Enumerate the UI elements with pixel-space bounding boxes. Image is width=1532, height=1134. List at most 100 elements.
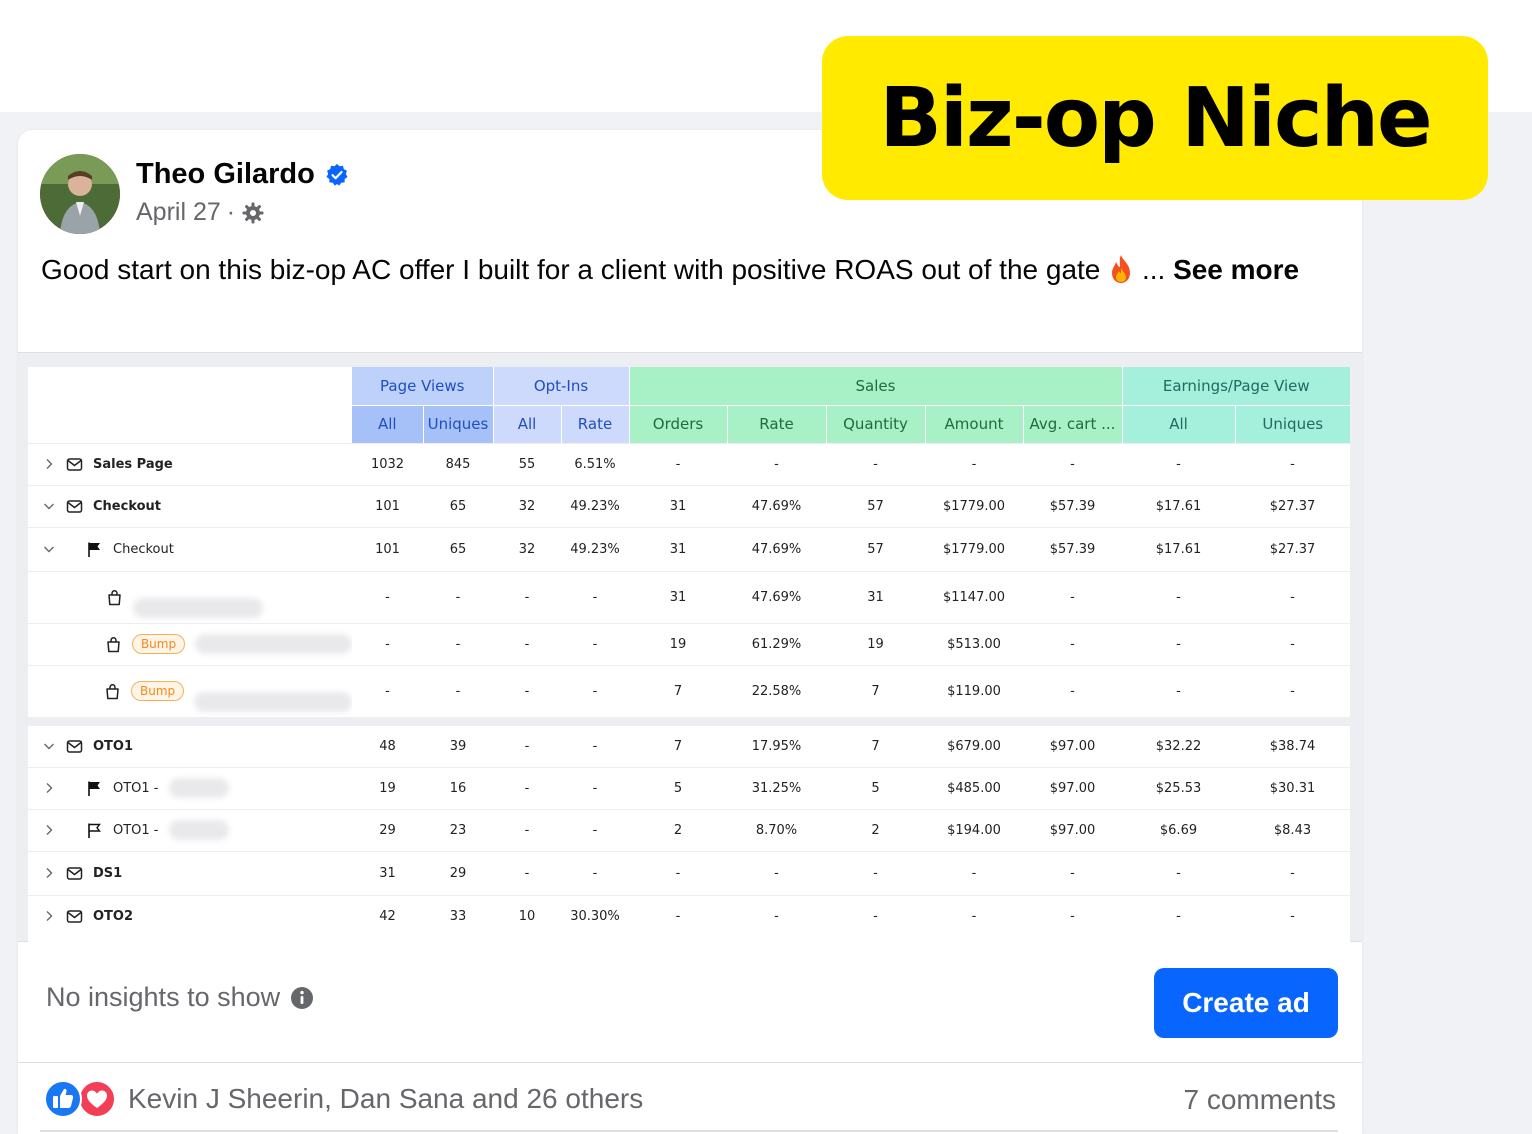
table-row[interactable]: OTO1 48 39- -7 17.95% 7 $679.00 $97.00 $32.22 $38… (28, 724, 1350, 767)
chevron-right-icon[interactable] (42, 823, 56, 837)
info-icon[interactable] (290, 986, 314, 1010)
table-cell: - (1235, 442, 1350, 485)
table-cell: 61.29% (727, 622, 826, 665)
table-cell: - (826, 850, 925, 895)
col-sales-rate[interactable]: Rate (726, 404, 826, 443)
table-row[interactable]: Sales Page 1032 845 55 6.51% - - - - - - - (28, 442, 1350, 485)
col-sales-orders[interactable]: Orders (628, 404, 727, 443)
group-separator (28, 717, 1350, 725)
table-cell: 33 (423, 894, 493, 937)
table-cell: 31 (352, 850, 423, 895)
table-cell: $194.00 (925, 808, 1023, 851)
table-cell: 19 (826, 622, 925, 665)
table-row[interactable]: - - - -31 47.69% 31 $1147.00- - - (28, 570, 1350, 623)
row-label-cell: Checkout (28, 484, 352, 527)
chevron-down-icon[interactable] (42, 739, 56, 753)
col-sales-amount[interactable]: Amount (924, 404, 1023, 443)
chevron-right-icon[interactable] (42, 781, 56, 795)
table-cell: - (925, 894, 1023, 937)
table-cell: 39 (423, 724, 493, 767)
table-cell: - (1122, 894, 1235, 937)
post-meta: April 27 · (136, 198, 265, 227)
col-sales-quantity[interactable]: Quantity (825, 404, 925, 443)
row-name: Checkout (93, 498, 162, 514)
row-label-cell: Sales Page (28, 442, 352, 485)
row-name: OTO2 (93, 908, 134, 924)
col-page-views-all[interactable]: All (352, 404, 423, 443)
table-cell: - (1122, 570, 1235, 623)
row-label: Sales Page (28, 444, 352, 485)
table-cell: - (352, 622, 423, 665)
table-cell: - (423, 570, 493, 623)
meta-separator: · (226, 198, 236, 226)
table-cell: - (1023, 622, 1122, 665)
table-cell: $38.74 (1235, 724, 1350, 767)
table-cell: $6.69 (1122, 808, 1235, 851)
see-more-link[interactable]: See more (1173, 254, 1299, 285)
row-label: OTO1 - (28, 810, 352, 851)
chevron-down-icon[interactable] (42, 499, 56, 513)
table-cell: - (561, 664, 629, 717)
insights-text: No insights to show (46, 982, 281, 1012)
avatar[interactable] (40, 154, 120, 234)
table-cell: 10 (493, 894, 561, 937)
table-cell: - (493, 724, 561, 767)
redacted-text (195, 634, 352, 654)
table-row[interactable]: Bump - - - -7 22.58% 7 $119.00- - - (28, 664, 1350, 717)
table-cell: $8.43 (1235, 808, 1350, 851)
col-opt-ins-all[interactable]: All (492, 404, 561, 443)
post-media[interactable]: Page Views Opt-Ins Sales Earnings/Page V… (18, 352, 1362, 943)
col-opt-ins-rate[interactable]: Rate (560, 404, 629, 443)
table-cell: 32 (493, 526, 561, 571)
table-row[interactable]: Checkout 101 65 32 49.23% 31 47.69% 57 $1779.00 $… (28, 526, 1350, 571)
gear-icon[interactable] (241, 201, 265, 225)
table-cell: 42 (352, 894, 423, 937)
row-label-cell: OTO1 - (28, 766, 352, 809)
table-cell: 31 (629, 526, 727, 571)
table-cell: $57.39 (1023, 484, 1122, 527)
chevron-right-icon[interactable] (42, 909, 56, 923)
reactions-summary[interactable]: Kevin J Sheerin, Dan Sana and 26 others (44, 1080, 643, 1118)
table-cell: 7 (826, 724, 925, 767)
col-earnings-all[interactable]: All (1121, 404, 1235, 443)
row-name: Sales Page (93, 456, 173, 472)
table-cell: - (1235, 894, 1350, 937)
col-sales-avg-cart[interactable]: Avg. cart ... (1022, 404, 1122, 443)
row-label-cell: OTO2 (28, 894, 352, 937)
table-cell: 8.70% (727, 808, 826, 851)
table-cell: 5 (826, 766, 925, 809)
col-earnings-uniques[interactable]: Uniques (1234, 404, 1350, 443)
table-row[interactable]: OTO1 -29 23- -2 8.70% 2 $194.00 $97.00 $6.69 $8.… (28, 808, 1350, 851)
flag-icon (88, 542, 100, 557)
mail-icon (66, 910, 83, 923)
table-cell: - (561, 570, 629, 623)
col-page-views-uniques[interactable]: Uniques (422, 404, 493, 443)
chevron-right-icon[interactable] (42, 457, 56, 471)
row-label: Checkout (28, 528, 352, 571)
comments-count[interactable]: 7 comments (1184, 1084, 1337, 1116)
table-cell: 49.23% (561, 484, 629, 527)
post-date[interactable]: April 27 (136, 198, 221, 227)
table-cell: - (1122, 664, 1235, 717)
chevron-down-icon[interactable] (42, 542, 56, 556)
author-name[interactable]: Theo Gilardo (136, 158, 315, 191)
chevron-right-icon[interactable] (42, 866, 56, 880)
table-row[interactable]: OTO2 42 33 10 30.30% - - - - - - - (28, 894, 1350, 937)
create-ad-button[interactable]: Create ad (1154, 968, 1338, 1038)
table-cell: 5 (629, 766, 727, 809)
table-cell: 19 (352, 766, 423, 809)
group-sales: Sales (628, 367, 1122, 405)
table-cell: $30.31 (1235, 766, 1350, 809)
table-cell: - (493, 664, 561, 717)
table-row[interactable]: OTO1 -19 16- -5 31.25% 5 $485.00 $97.00 $25.53 $… (28, 766, 1350, 809)
row-name: OTO1 - (113, 822, 159, 838)
mail-icon (66, 457, 83, 471)
table-row[interactable]: DS1 31 29- - - - - - - - - (28, 850, 1350, 895)
table-cell: - (1122, 442, 1235, 485)
table-cell: 47.69% (727, 570, 826, 623)
row-label-cell: Bump (28, 622, 352, 665)
table-cell: - (1122, 622, 1235, 665)
table-row[interactable]: Bump - - - -19 61.29% 19 $513.00- - - (28, 622, 1350, 665)
table-cell: $1779.00 (925, 526, 1023, 571)
table-row[interactable]: Checkout 101 65 32 49.23% 31 47.69% 57 $1779.00 $… (28, 484, 1350, 527)
